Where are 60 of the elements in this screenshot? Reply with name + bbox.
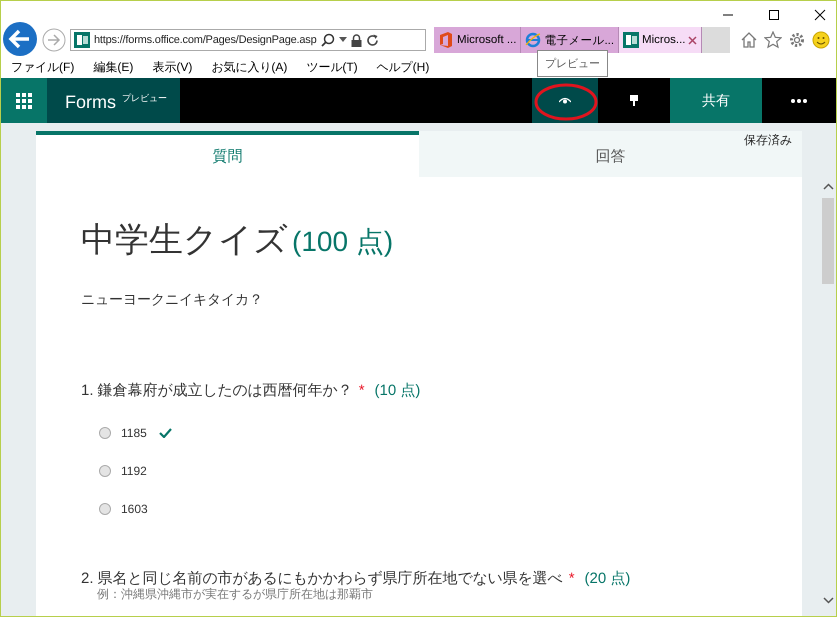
- menu-item[interactable]: ヘルプ(H): [376, 59, 430, 76]
- settings-icon[interactable]: [788, 31, 806, 49]
- browser-tab[interactable]: Microsoft ...: [434, 27, 522, 53]
- total-points: (100 点): [292, 225, 394, 259]
- app-name: Forms: [65, 92, 116, 113]
- browser-tab[interactable]: Micros...: [619, 27, 702, 53]
- menu-item[interactable]: 編集(E): [93, 59, 134, 76]
- menu-item[interactable]: ツール(T): [306, 59, 358, 76]
- question-text: 2. 県名と同じ名前の市があるにもかかわらず県庁所在地でない県を選べ: [81, 570, 563, 588]
- form-tab[interactable]: 質問: [36, 131, 419, 177]
- share-button[interactable]: 共有: [670, 78, 762, 123]
- refresh-icon[interactable]: [366, 34, 379, 46]
- eye-icon: [559, 96, 571, 104]
- ie-icon: [525, 32, 542, 48]
- radio-button[interactable]: [99, 503, 111, 515]
- question-points: (10 点): [374, 382, 420, 400]
- app-launcher-button[interactable]: [1, 78, 47, 123]
- more-icon: [791, 98, 807, 102]
- option-label: 1192: [121, 464, 147, 478]
- smiley-icon[interactable]: [812, 31, 830, 49]
- lock-icon: [350, 34, 362, 46]
- office-icon: [438, 32, 454, 48]
- star-icon[interactable]: [764, 31, 782, 49]
- address-text: https://forms.office.com/Pages/DesignPage.asp: [94, 34, 317, 46]
- forward-icon[interactable]: [42, 28, 66, 52]
- browser-tab[interactable]: 電子メール...: [521, 27, 620, 53]
- search-icon[interactable]: [320, 33, 335, 47]
- form-title: 中学生クイズ: [81, 220, 288, 261]
- radio-button[interactable]: [99, 465, 111, 477]
- menu-item[interactable]: ファイル(F): [11, 59, 74, 76]
- checkmark-icon: [158, 428, 172, 438]
- radio-button[interactable]: [99, 427, 111, 439]
- option-label: 1603: [121, 502, 148, 516]
- form-description: ニューヨークニイキタイカ？: [81, 291, 264, 309]
- question-points: (20 点): [584, 570, 630, 588]
- question-subtitle: 例：沖縄県沖縄市が実在するが県庁所在地は那覇市: [97, 588, 374, 602]
- scrollbar-thumb[interactable]: [822, 198, 834, 284]
- maximize-icon[interactable]: [768, 9, 780, 21]
- dropdown-icon[interactable]: [338, 37, 347, 43]
- scroll-up-icon[interactable]: [822, 183, 834, 190]
- back-icon[interactable]: [2, 21, 38, 57]
- required-mark: *: [358, 382, 365, 400]
- preview-label: プレビュー: [122, 92, 167, 105]
- option-label: 1185: [121, 426, 147, 440]
- paintbrush-icon: [630, 94, 638, 106]
- close-tab-icon[interactable]: [688, 36, 698, 44]
- waffle-icon: [16, 92, 32, 108]
- tooltip: プレビュー: [537, 50, 608, 77]
- saved-status: 保存済み: [744, 132, 792, 149]
- question-text: 1. 鎌倉幕府が成立したのは西暦何年か？: [81, 382, 353, 400]
- forms-icon: [74, 32, 90, 48]
- required-mark: *: [568, 570, 575, 588]
- forms-icon: [623, 32, 640, 48]
- menu-item[interactable]: お気に入り(A): [211, 59, 288, 76]
- scroll-down-icon[interactable]: [822, 597, 834, 604]
- menu-item[interactable]: 表示(V): [152, 59, 192, 76]
- address-bar[interactable]: https://forms.office.com/Pages/DesignPage.asp: [70, 29, 426, 51]
- highlight-circle: [534, 83, 598, 121]
- close-icon[interactable]: [814, 9, 826, 21]
- home-icon[interactable]: [740, 31, 758, 49]
